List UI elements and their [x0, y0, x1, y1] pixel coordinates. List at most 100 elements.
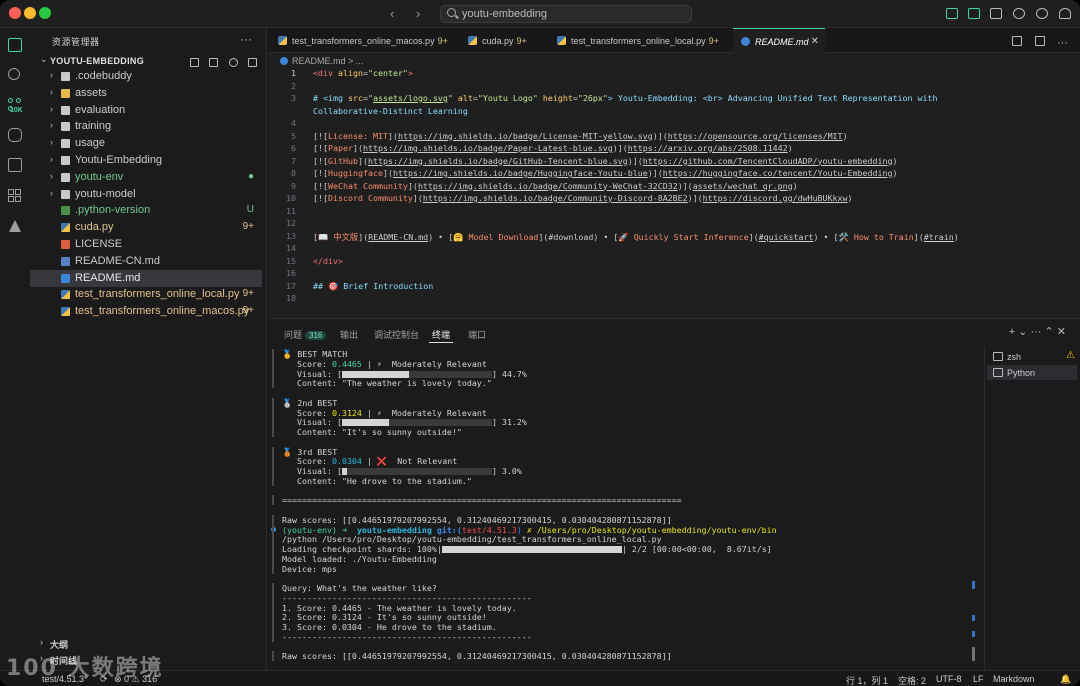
tab-ports[interactable]: 端口 [468, 328, 486, 341]
close-window-button[interactable] [9, 7, 21, 19]
terminal-item-python[interactable]: Python [987, 365, 1077, 380]
result-rank: 🥉 3rd BEST [282, 446, 338, 457]
file-tree-item[interactable]: cuda.py 9+ [30, 219, 262, 236]
raw-scores-line: Raw scores: [[0.44651979207992554, 0.312… [282, 651, 672, 662]
terminal-output[interactable]: 🥇 BEST MATCH Score: 0.4465 | ⚡ Moderatel… [268, 349, 970, 667]
file-tree-item[interactable]: LICENSE [30, 236, 262, 253]
file-tree-item[interactable]: › training [30, 118, 262, 135]
line-number: 10 [286, 193, 296, 203]
code-line: 11 [268, 206, 1080, 219]
outline-section[interactable]: › 大纲 [30, 635, 267, 651]
indentation-status[interactable]: 空格: 2 [898, 674, 926, 686]
collapse-all-icon[interactable] [248, 58, 257, 67]
file-icon [61, 307, 70, 317]
file-tree-item[interactable]: › youtu-env ● [30, 169, 262, 186]
maximize-window-button[interactable] [39, 7, 51, 19]
file-tree-item[interactable]: test_transformers_online_local.py 9+ [30, 286, 262, 303]
tab-test-transformers-online-macos[interactable]: test_transformers_online_macos.py 9+ [278, 28, 458, 53]
terminal-icon [993, 368, 1003, 377]
terminal-item-zsh[interactable]: zsh ⚠ [987, 349, 1077, 364]
more-actions-icon[interactable]: ··· [1057, 37, 1068, 49]
explorer-icon[interactable] [8, 38, 22, 52]
code-line: 9 [![WeChat Community](https://img.shield… [268, 181, 1080, 194]
toggle-primary-sidebar-icon[interactable] [946, 8, 958, 19]
code-text: <div align="center"> [313, 68, 413, 78]
terminal-gutter [272, 368, 274, 379]
panel-actions[interactable]: + ⌄ ··· ⌃ ✕ [1009, 325, 1066, 338]
code-line: 8 [![Huggingface](https://img.shields.io/… [268, 168, 1080, 181]
account-icon[interactable] [1059, 8, 1071, 19]
editor-area: test_transformers_online_macos.py 9+ cuda… [268, 28, 1080, 318]
line-number: 2 [291, 80, 296, 91]
device-line: Device: mps [282, 563, 337, 574]
tab-output[interactable]: 输出 [340, 328, 358, 341]
explorer-more-icon[interactable]: ··· [240, 32, 252, 46]
tab-debug-console[interactable]: 调试控制台 [374, 328, 419, 341]
terminal-gutter [272, 563, 274, 574]
open-preview-icon[interactable] [1012, 36, 1023, 46]
file-tree-label: cuda.py [75, 221, 114, 234]
extensions-icon[interactable] [8, 189, 22, 203]
copilot-icon[interactable] [1036, 8, 1048, 19]
file-tree-label: evaluation [75, 103, 126, 116]
file-tree-item[interactable]: › .codebuddy [30, 68, 262, 85]
terminal-gutter [272, 631, 274, 642]
toggle-panel-icon[interactable] [968, 8, 980, 19]
terminal-gutter [272, 397, 274, 408]
chevron-down-icon: ⌄ [40, 54, 48, 64]
code-line: 15 </div> [268, 256, 1080, 269]
file-tree-item[interactable]: › evaluation [30, 102, 262, 119]
back-icon[interactable]: ‹ [390, 6, 394, 21]
code-editor[interactable]: 1 <div align="center"> 2 3 # <img src="asset… [268, 68, 1080, 316]
tab-readme-md[interactable]: README.md ✕ [733, 28, 825, 53]
split-editor-icon[interactable] [1034, 36, 1045, 46]
new-folder-icon[interactable] [209, 58, 219, 67]
refresh-icon[interactable] [228, 58, 238, 67]
run-debug-icon[interactable] [8, 128, 22, 142]
file-tree-item[interactable]: README.md [30, 269, 262, 287]
language-mode[interactable]: Markdown [993, 674, 1035, 684]
model-loaded-line: Model loaded: ./Youtu-Embedding [282, 553, 437, 564]
command-center-search[interactable]: youtu-embedding [440, 5, 692, 23]
tab-problems[interactable]: 问题 316 [284, 328, 327, 341]
terminal-scroll-overview[interactable] [970, 351, 980, 663]
close-tab-icon[interactable]: ✕ [811, 36, 819, 47]
code-text: Collaborative-Distinct Learning [313, 105, 468, 116]
file-tree-item[interactable]: .python-version U [30, 202, 262, 219]
forward-icon[interactable]: › [416, 6, 420, 21]
search-icon [447, 8, 456, 17]
testing-flask-icon[interactable] [9, 220, 21, 232]
search-view-icon[interactable] [8, 68, 20, 80]
remote-explorer-icon[interactable] [8, 158, 22, 172]
file-tree-item[interactable]: › usage [30, 135, 262, 152]
terminal-gutter [272, 602, 274, 613]
breadcrumb[interactable]: README.md > ... [280, 56, 363, 66]
minimize-window-button[interactable] [24, 7, 36, 19]
eol-status[interactable]: LF [973, 674, 984, 684]
file-tree-label: README-CN.md [75, 254, 160, 267]
file-tree-item[interactable]: › Youtu-Embedding [30, 152, 262, 169]
file-tree-item[interactable]: README-CN.md [30, 253, 262, 270]
code-text: [![WeChat Community](https://img.shields… [313, 180, 798, 191]
line-number: 12 [286, 218, 296, 228]
tab-test-transformers-online-local[interactable]: test_transformers_online_local.py 9+ [557, 28, 727, 53]
code-line: 16 [268, 268, 1080, 281]
toggle-secondary-sidebar-icon[interactable] [990, 8, 1002, 19]
line-number: 4 [291, 118, 296, 128]
encoding-status[interactable]: UTF-8 [936, 674, 962, 684]
tab-terminal[interactable]: 终端 [428, 328, 454, 343]
title-bar: ‹ › youtu-embedding [0, 0, 1080, 28]
file-tree-item[interactable]: test_transformers_online_macos.py 9+ [30, 303, 262, 320]
terminal-gutter [272, 446, 274, 457]
explorer-sidebar: 资源管理器 ··· ⌄ YOUTU-EMBEDDING › .codebuddy ›… [30, 28, 267, 670]
settings-gear-icon[interactable] [1013, 8, 1025, 19]
result-rank: 🥈 2nd BEST [282, 397, 338, 408]
file-tree-item[interactable]: › youtu-model [30, 186, 262, 203]
new-file-icon[interactable] [189, 58, 199, 67]
file-tree-item[interactable]: › assets [30, 85, 262, 102]
cursor-position[interactable]: 行 1，列 1 [846, 674, 888, 686]
file-tree-label: youtu-env [75, 170, 124, 183]
notifications-bell-icon[interactable]: 🔔 [1060, 674, 1071, 685]
line-number: 11 [286, 205, 296, 216]
tab-cuda-py[interactable]: cuda.py 9+ [468, 28, 548, 53]
